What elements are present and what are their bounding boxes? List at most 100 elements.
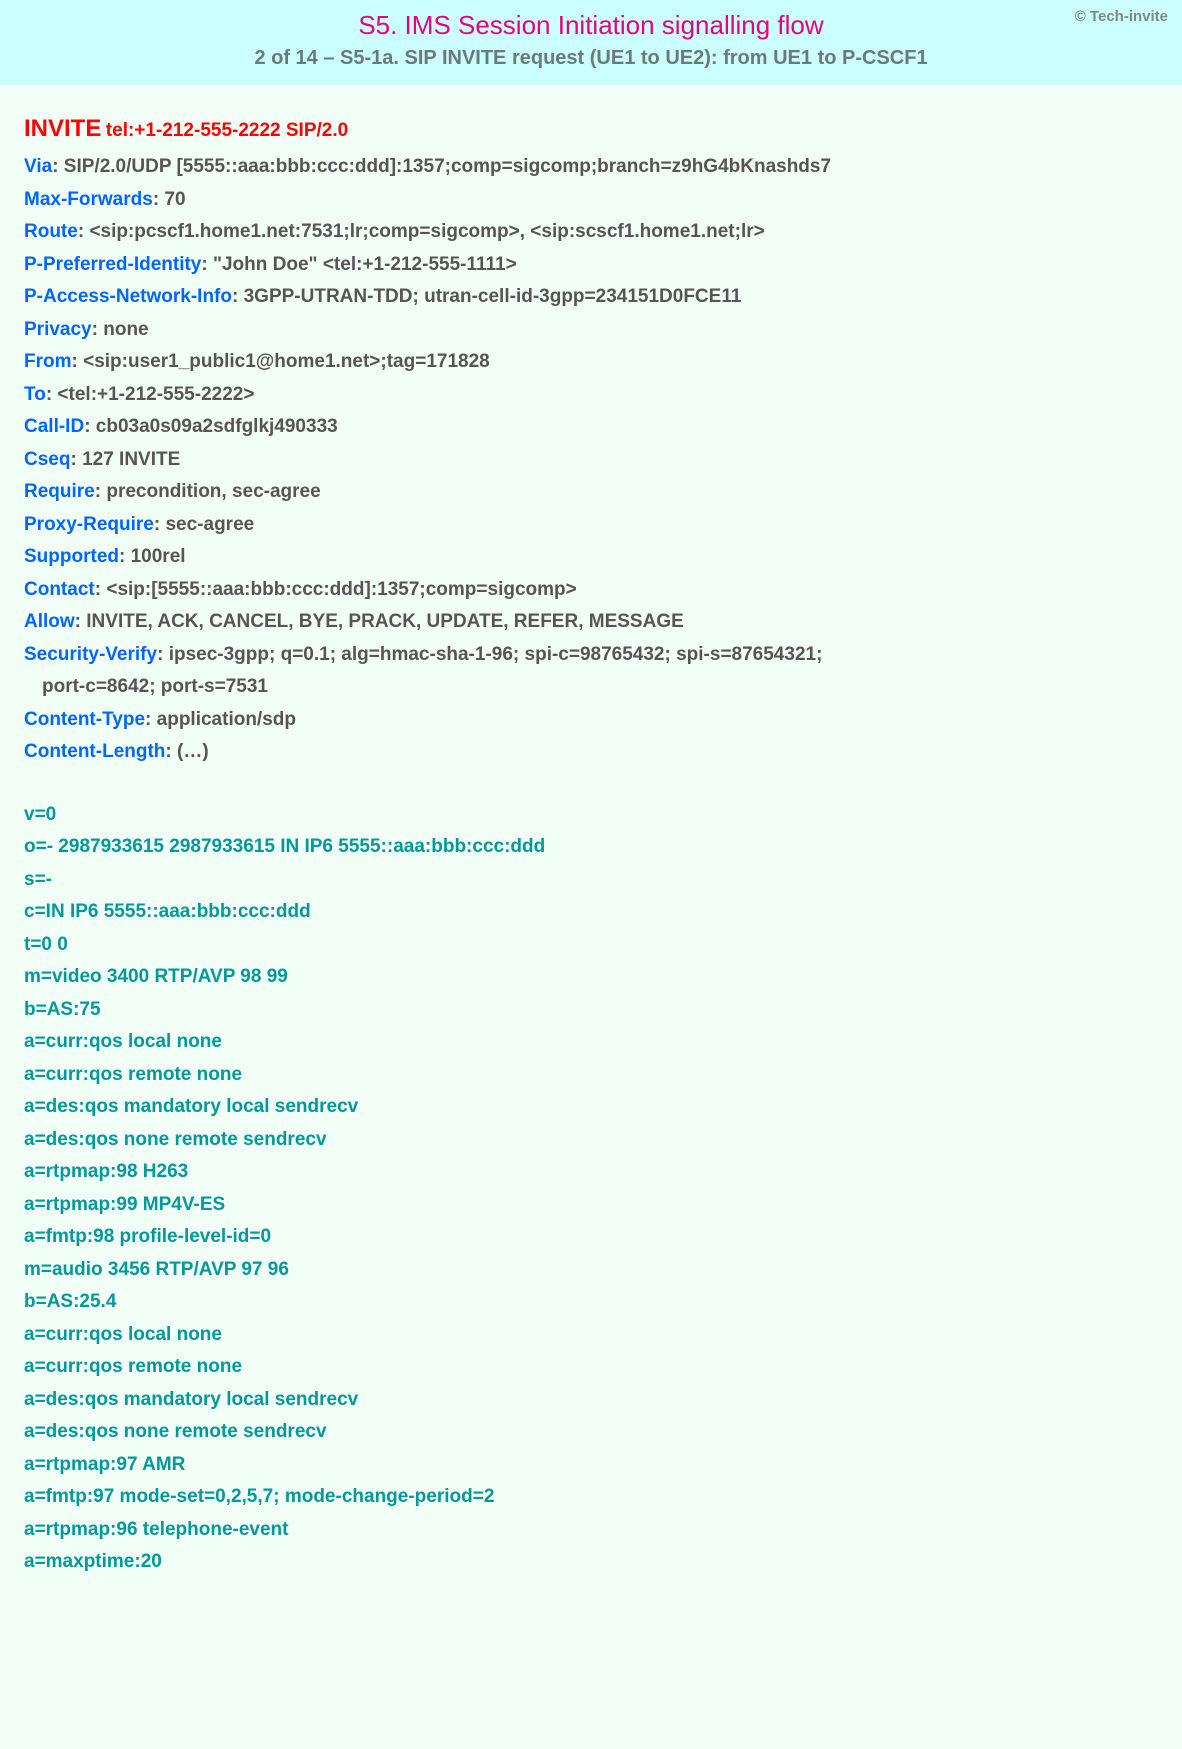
sip-message-body: INVITE tel:+1-212-555-2222 SIP/2.0 Via: … [0, 85, 1182, 1621]
colon-separator: : [70, 449, 82, 470]
sdp-line: o=- 2987933615 2987933615 IN IP6 5555::a… [24, 833, 1158, 862]
colon-separator: : [72, 351, 84, 372]
sdp-line: a=rtpmap:98 H263 [24, 1158, 1158, 1187]
sip-header-name: Call-ID [24, 416, 84, 437]
sip-header-name: Cseq [24, 449, 70, 470]
colon-separator: : [201, 254, 213, 275]
sdp-line: a=curr:qos local none [24, 1028, 1158, 1057]
sip-header-row: P-Access-Network-Info: 3GPP-UTRAN-TDD; u… [24, 283, 1158, 312]
sip-header-row: Via: SIP/2.0/UDP [5555::aaa:bbb:ccc:ddd]… [24, 153, 1158, 182]
request-line: INVITE tel:+1-212-555-2222 SIP/2.0 [24, 115, 1158, 143]
sip-header-value: 70 [164, 189, 185, 210]
colon-separator: : [153, 189, 165, 210]
sip-header-value: (…) [177, 741, 209, 762]
sip-header-row: To: <tel:+1-212-555-2222> [24, 381, 1158, 410]
sdp-line: b=AS:75 [24, 996, 1158, 1025]
sip-header-row: Contact: <sip:[5555::aaa:bbb:ccc:ddd]:13… [24, 576, 1158, 605]
colon-separator: : [232, 286, 244, 307]
sip-header-value: SIP/2.0/UDP [5555::aaa:bbb:ccc:ddd]:1357… [64, 156, 831, 177]
sip-header-value: INVITE, ACK, CANCEL, BYE, PRACK, UPDATE,… [86, 611, 684, 632]
colon-separator: : [165, 741, 177, 762]
sdp-line: a=rtpmap:96 telephone-event [24, 1516, 1158, 1545]
sip-header-name: Max-Forwards [24, 189, 153, 210]
sip-header-name: Supported [24, 546, 119, 567]
colon-separator: : [119, 546, 131, 567]
colon-separator: : [46, 384, 58, 405]
sdp-line: a=rtpmap:99 MP4V-ES [24, 1191, 1158, 1220]
colon-separator: : [145, 709, 157, 730]
sdp-line: m=video 3400 RTP/AVP 98 99 [24, 963, 1158, 992]
sdp-line: a=des:qos mandatory local sendrecv [24, 1093, 1158, 1122]
sip-header-row: Proxy-Require: sec-agree [24, 511, 1158, 540]
sdp-line: a=curr:qos remote none [24, 1353, 1158, 1382]
sip-header-value: precondition, sec-agree [106, 481, 320, 502]
sip-header-name: Privacy [24, 319, 92, 340]
sip-header-name: Proxy-Require [24, 514, 154, 535]
colon-separator: : [157, 644, 169, 665]
sdp-line: v=0 [24, 801, 1158, 830]
sdp-line: s=- [24, 866, 1158, 895]
sip-header-name: Content-Length [24, 741, 165, 762]
sip-header-row: Cseq: 127 INVITE [24, 446, 1158, 475]
sip-header-value: <sip:user1_public1@home1.net>;tag=171828 [83, 351, 490, 372]
sip-header-name: P-Preferred-Identity [24, 254, 201, 275]
sip-header-row: From: <sip:user1_public1@home1.net>;tag=… [24, 348, 1158, 377]
sip-header-name: To [24, 384, 46, 405]
sip-header-value: application/sdp [157, 709, 296, 730]
sip-header-name: Content-Type [24, 709, 145, 730]
sip-header-value: 100rel [131, 546, 186, 567]
sip-header-value: <sip:[5555::aaa:bbb:ccc:ddd]:1357;comp=s… [106, 579, 576, 600]
page-title: S5. IMS Session Initiation signalling fl… [20, 10, 1162, 41]
sip-header-value: cb03a0s09a2sdfglkj490333 [96, 416, 338, 437]
copyright-label: © Tech-invite [1075, 8, 1168, 25]
colon-separator: : [154, 514, 166, 535]
sdp-line: a=des:qos none remote sendrecv [24, 1418, 1158, 1447]
sip-header-continuation: port-c=8642; port-s=7531 [24, 673, 1158, 702]
sdp-line: a=curr:qos remote none [24, 1061, 1158, 1090]
page-subtitle: 2 of 14 – S5-1a. SIP INVITE request (UE1… [20, 47, 1162, 70]
sip-header-row: Route: <sip:pcscf1.home1.net:7531;lr;com… [24, 218, 1158, 247]
sip-header-value: ipsec-3gpp; q=0.1; alg=hmac-sha-1-96; sp… [169, 644, 823, 665]
sdp-line: t=0 0 [24, 931, 1158, 960]
sdp-line: c=IN IP6 5555::aaa:bbb:ccc:ddd [24, 898, 1158, 927]
sip-header-row: Security-Verify: ipsec-3gpp; q=0.1; alg=… [24, 641, 1158, 670]
sip-header-value: 127 INVITE [82, 449, 180, 470]
colon-separator: : [52, 156, 64, 177]
sip-header-row: Content-Length: (…) [24, 738, 1158, 767]
sip-header-name: Allow [24, 611, 75, 632]
sip-header-row: Call-ID: cb03a0s09a2sdfglkj490333 [24, 413, 1158, 442]
sdp-line: a=des:qos mandatory local sendrecv [24, 1386, 1158, 1415]
sdp-line: a=curr:qos local none [24, 1321, 1158, 1350]
sip-header-row: Allow: INVITE, ACK, CANCEL, BYE, PRACK, … [24, 608, 1158, 637]
sip-header-value: none [103, 319, 148, 340]
sip-method: INVITE [24, 115, 101, 142]
sdp-line: a=rtpmap:97 AMR [24, 1451, 1158, 1480]
sdp-line: a=fmtp:97 mode-set=0,2,5,7; mode-change-… [24, 1483, 1158, 1512]
sip-headers: Via: SIP/2.0/UDP [5555::aaa:bbb:ccc:ddd]… [24, 153, 1158, 767]
colon-separator: : [92, 319, 104, 340]
page-header: © Tech-invite S5. IMS Session Initiation… [0, 0, 1182, 85]
sip-request-uri: tel:+1-212-555-2222 SIP/2.0 [106, 120, 348, 141]
sdp-line: b=AS:25.4 [24, 1288, 1158, 1317]
sip-header-name: From [24, 351, 72, 372]
colon-separator: : [75, 611, 87, 632]
sip-header-row: Max-Forwards: 70 [24, 186, 1158, 215]
sip-header-row: P-Preferred-Identity: "John Doe" <tel:+1… [24, 251, 1158, 280]
sip-header-row: Privacy: none [24, 316, 1158, 345]
sip-header-value: sec-agree [165, 514, 254, 535]
sdp-line: a=des:qos none remote sendrecv [24, 1126, 1158, 1155]
sip-header-value: <tel:+1-212-555-2222> [57, 384, 254, 405]
sip-header-name: Route [24, 221, 78, 242]
sip-header-row: Supported: 100rel [24, 543, 1158, 572]
sip-header-value-cont: port-c=8642; port-s=7531 [42, 676, 268, 697]
sip-header-name: Security-Verify [24, 644, 157, 665]
sdp-line: a=maxptime:20 [24, 1548, 1158, 1577]
colon-separator: : [78, 221, 90, 242]
sip-header-value: 3GPP-UTRAN-TDD; utran-cell-id-3gpp=23415… [244, 286, 742, 307]
body-separator [24, 771, 1158, 797]
sip-header-name: Via [24, 156, 52, 177]
sip-header-value: <sip:pcscf1.home1.net:7531;lr;comp=sigco… [89, 221, 764, 242]
sip-header-name: P-Access-Network-Info [24, 286, 232, 307]
sip-header-value: "John Doe" <tel:+1-212-555-1111> [213, 254, 517, 275]
sip-header-row: Content-Type: application/sdp [24, 706, 1158, 735]
